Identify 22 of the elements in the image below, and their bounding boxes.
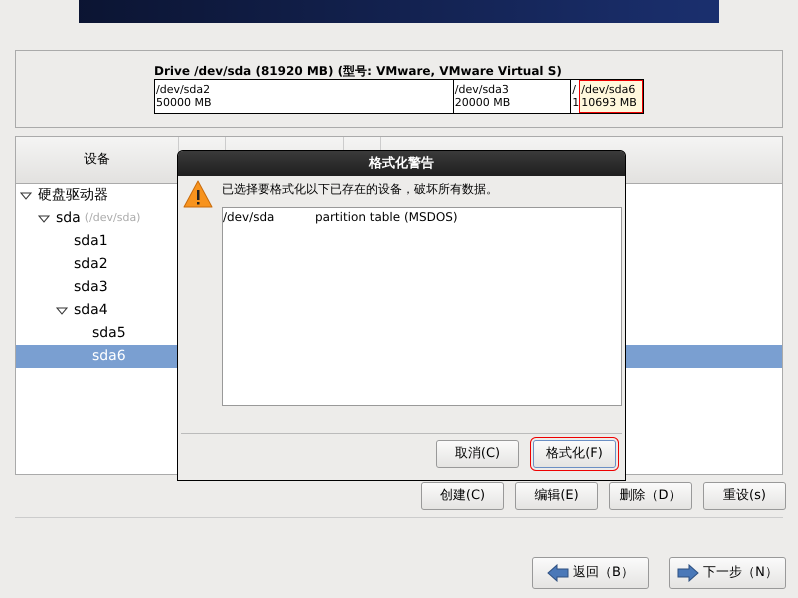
- partition-name: /dev/sda6: [581, 83, 636, 96]
- tree-label: 硬盘驱动器: [38, 186, 108, 205]
- tree-label: sda2: [74, 255, 108, 274]
- partition-name: /dev/sda3: [454, 83, 510, 96]
- tree-label: sda: [56, 209, 81, 228]
- partition-size: 1: [572, 96, 580, 109]
- device-description: partition table (MSDOS): [315, 209, 458, 225]
- partition-size: 50000 MB: [156, 96, 213, 109]
- tree-label: sda6: [92, 347, 126, 366]
- drive-title: Drive /dev/sda (81920 MB) (型号: VMware, VMware Virtual S): [154, 63, 563, 79]
- partition-size: 20000 MB: [454, 96, 512, 109]
- device-path: (/dev/sda): [84, 210, 140, 226]
- tree-label: sda3: [74, 278, 108, 297]
- partition-size: 10693 MB: [581, 96, 638, 109]
- dialog-title: 格式化警告: [178, 151, 625, 176]
- tree-label: sda5: [92, 324, 126, 343]
- tree-label: sda1: [74, 232, 108, 251]
- partition-name: /dev/sda2: [156, 83, 212, 96]
- warning-message: 已选择要格式化以下已存在的设备，破坏所有数据。: [222, 181, 499, 198]
- tree-label: sda4: [74, 301, 108, 320]
- partition-name: /: [572, 83, 577, 96]
- device-name: /dev/sda: [223, 209, 276, 225]
